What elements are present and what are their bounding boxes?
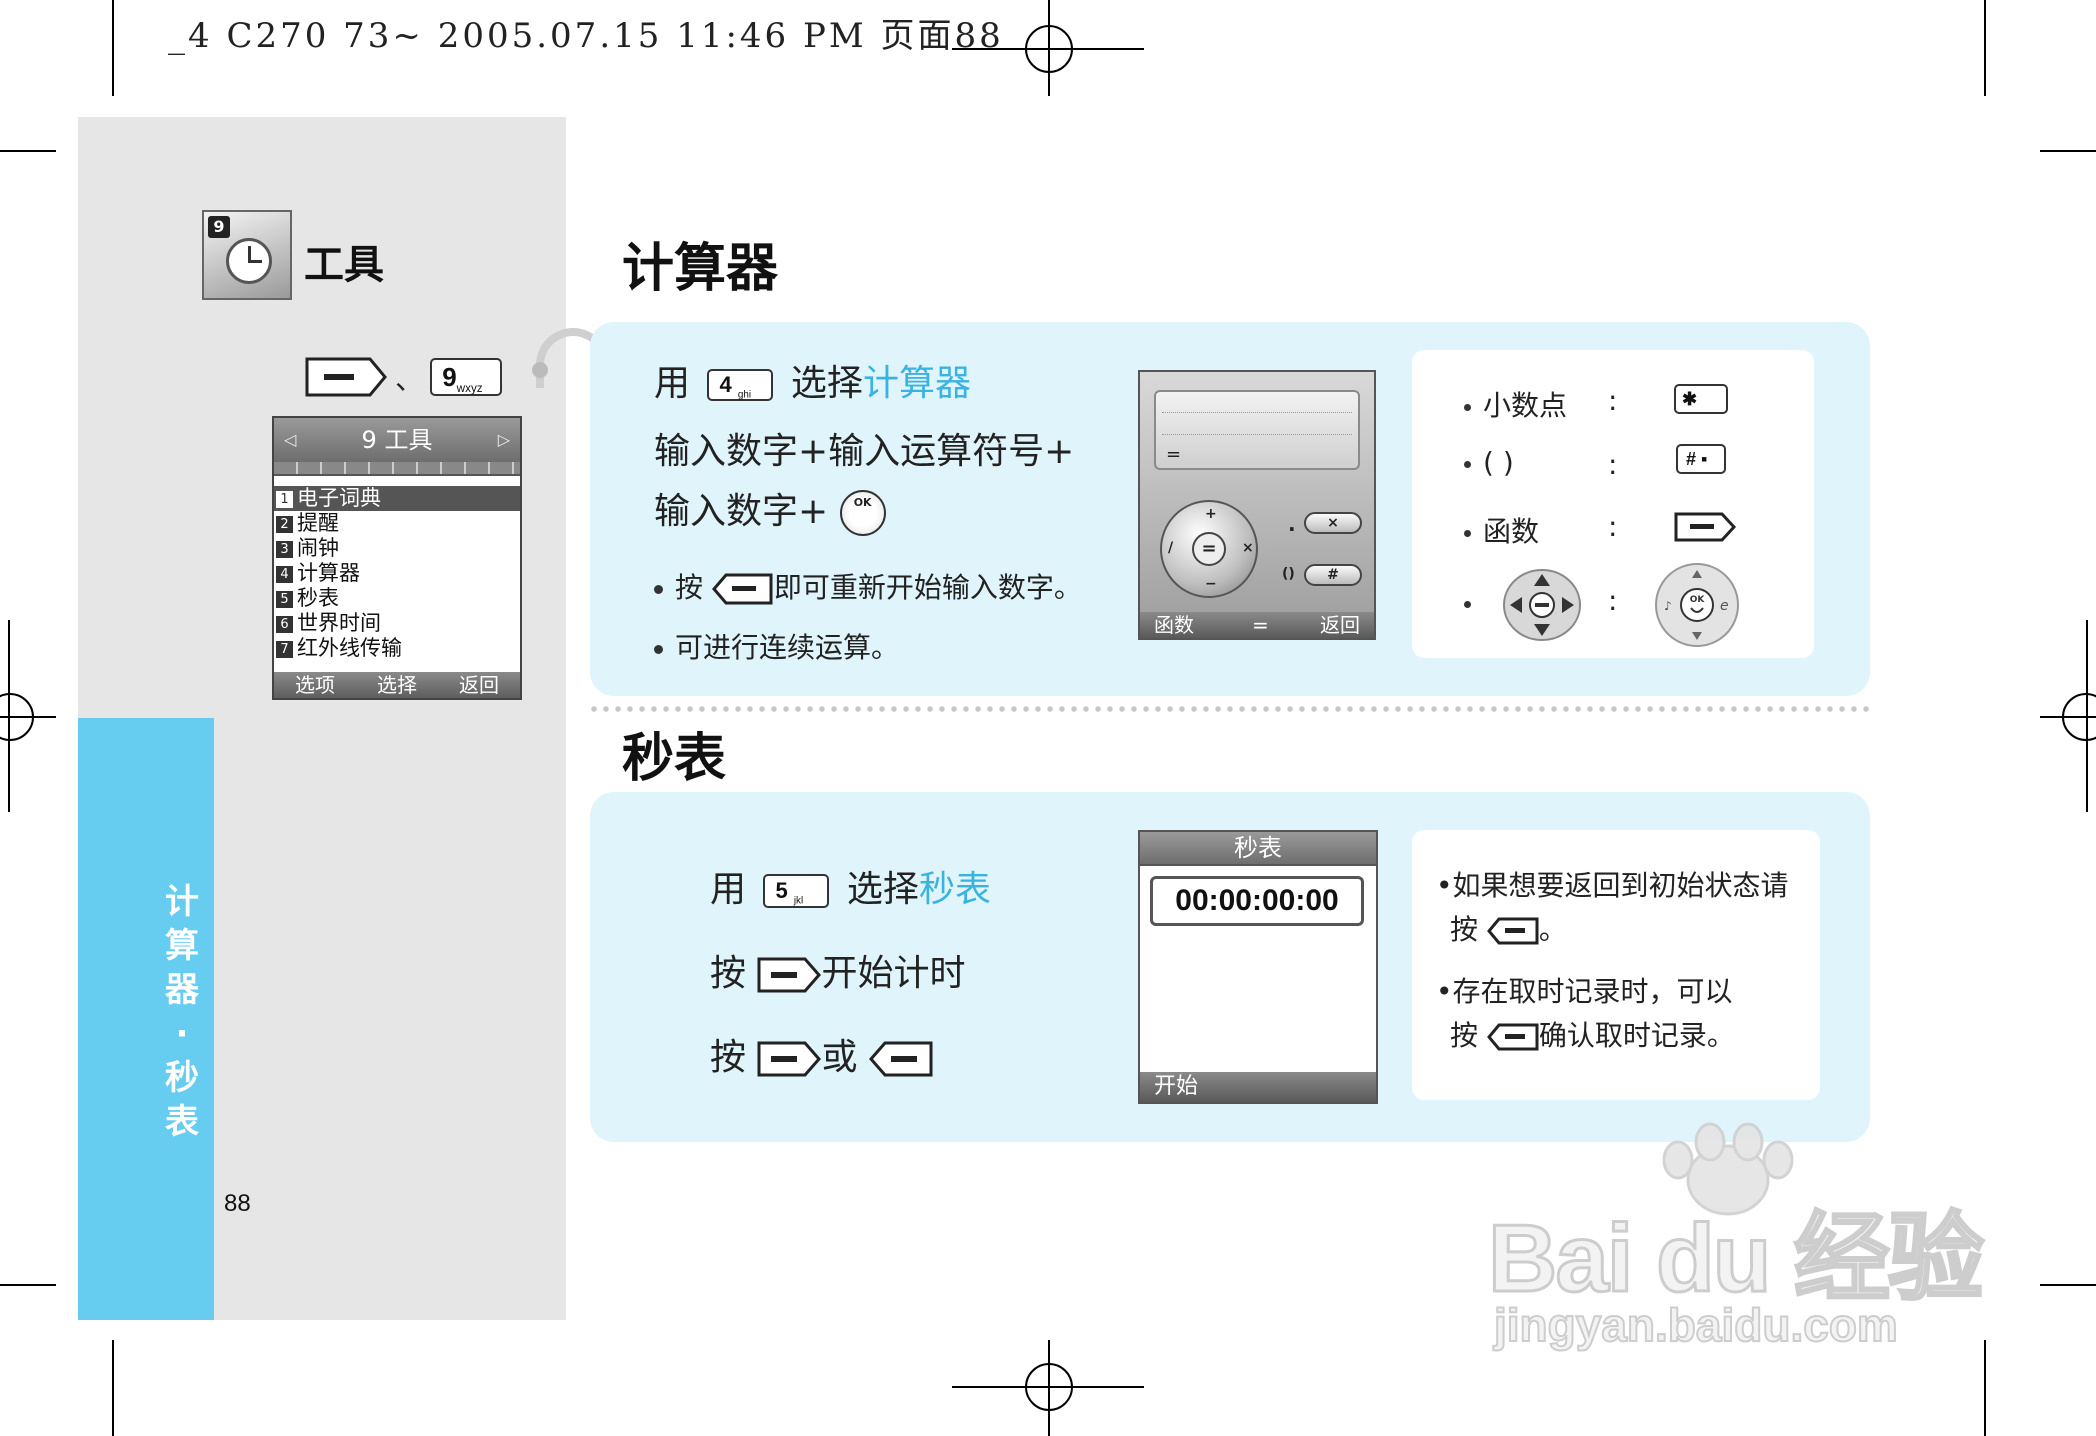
- stopwatch-select-line: 用 5 jkl 选择秒表: [710, 869, 991, 910]
- stopwatch-heading: 秒表: [622, 729, 727, 789]
- key-5-icon: 5 jkl: [763, 874, 830, 908]
- stopwatch-stop-line: 按 或: [710, 1028, 933, 1080]
- calculator-tip-1: 按 即可重新开始输入数字。: [654, 566, 1082, 606]
- watermark-url: jingyan.baidu.com: [1493, 1298, 1899, 1352]
- calculator-step-line-3: 输入数字+ OK: [654, 482, 886, 536]
- key-4-icon: 4 ghi: [707, 369, 774, 401]
- legend-colon: :: [1608, 510, 1618, 543]
- print-header: _4 C270 73~ 2005.07.15 11:46 PM 页面88: [168, 16, 1004, 56]
- menu-item-stopwatch[interactable]: 5 秒表: [274, 586, 520, 611]
- svg-text:e: e: [1720, 598, 1729, 614]
- function-softkey-icon: [1674, 512, 1736, 542]
- calculator-tip-2: 可进行连续运算。: [654, 626, 899, 666]
- page-number: 88: [224, 1190, 251, 1217]
- key-separator: 、: [395, 363, 424, 396]
- baidu-watermark: Bai du 经验 jingyan.baidu.com: [1486, 1120, 1986, 1360]
- stopwatch-note-1: •如果想要返回到初始状态请: [1436, 869, 1789, 902]
- calculator-clear-key[interactable]: ×: [1304, 512, 1362, 534]
- ok-navpad-icon: OK ♪ e: [1655, 563, 1739, 647]
- calculator-navpad[interactable]: + − / × =: [1160, 500, 1258, 598]
- arrow-left-icon: ◁: [284, 430, 297, 449]
- menu-item-dictionary[interactable]: 1 电子词典: [274, 486, 520, 511]
- legend-colon: :: [1608, 384, 1618, 417]
- left-softkey-icon: [305, 357, 387, 397]
- calculator-select-line: 用 4 ghi 选择计算器: [654, 363, 971, 404]
- calculator-navpad-icon: [1503, 569, 1581, 641]
- menu-item-world-time[interactable]: 6 世界时间: [274, 611, 520, 636]
- ok-key-icon: OK: [839, 490, 886, 536]
- section-divider: [588, 706, 1870, 712]
- calculator-softkeys: 函数 = 返回: [1140, 612, 1374, 638]
- stopwatch-note-2-cont: 按 确认取时记录。: [1450, 1019, 1735, 1052]
- legend-parentheses: ( ): [1464, 446, 1514, 479]
- menu-item-reminder[interactable]: 2 提醒: [274, 511, 520, 536]
- softkey-back[interactable]: 返回: [459, 672, 499, 698]
- svg-text:♪: ♪: [1664, 599, 1672, 613]
- left-softkey-icon: [757, 1041, 822, 1077]
- stopwatch-screen-title: 秒表: [1140, 832, 1376, 866]
- menu-list: 1 电子词典 2 提醒 3 闹钟 4 计算器 5 秒表 6 世界时间 7 红外线传输: [274, 476, 520, 661]
- softkey-back[interactable]: 返回: [1320, 612, 1360, 638]
- key-9-icon: 9wxyz: [430, 358, 503, 396]
- softkey-equals[interactable]: =: [1252, 612, 1269, 638]
- menu-key-sequence: 、 9wxyz: [304, 356, 503, 398]
- calculator-screen: = + − / × = . × () # 函数 = 返回: [1138, 370, 1376, 640]
- side-tab-label: 计算器·秒表: [165, 882, 199, 1142]
- calculator-key-legend: 小数点 : ✱ ( ) : # ▪ 函数 : : OK ♪ e: [1412, 350, 1814, 658]
- menu-item-calculator[interactable]: 4 计算器: [274, 561, 520, 586]
- softkey-start[interactable]: 开始: [1140, 1072, 1376, 1102]
- softkey-function[interactable]: 函数: [1154, 612, 1194, 638]
- softkey-options[interactable]: 选项: [295, 672, 335, 698]
- hash-key-icon: # ▪: [1676, 444, 1726, 474]
- clear-softkey-icon: [711, 573, 773, 605]
- stopwatch-time-display: 00:00:00:00: [1150, 876, 1364, 926]
- menu-screen-title: ◁ 9 工具 ▷: [274, 418, 520, 462]
- legend-colon: :: [1608, 448, 1618, 481]
- tools-menu-screen: ◁ 9 工具 ▷ 1 电子词典 2 提醒 3 闹钟 4 计算器 5 秒表 6 世界时间 7红…: [272, 416, 522, 700]
- legend-function: 函数: [1464, 510, 1539, 550]
- calculator-hash-key[interactable]: #: [1304, 564, 1362, 586]
- legend-navigation: [1464, 586, 1483, 619]
- softkey-select[interactable]: 选择: [377, 672, 417, 698]
- hook-end-left: [532, 362, 548, 378]
- arrow-right-icon: ▷: [497, 430, 510, 449]
- right-softkey-icon: [868, 1041, 933, 1077]
- svg-text:OK: OK: [1690, 595, 1706, 605]
- legend-decimal: 小数点: [1464, 384, 1567, 424]
- stopwatch-notes: •如果想要返回到初始状态请 按 。 •存在取时记录时，可以 按 确认取时记录。: [1412, 830, 1820, 1100]
- calculator-display: =: [1154, 390, 1360, 470]
- star-key-icon: ✱: [1674, 384, 1728, 414]
- menu-tab-strip: [274, 462, 520, 476]
- right-softkey-icon: [1486, 1023, 1539, 1051]
- stopwatch-note-1-cont: 按 。: [1450, 913, 1567, 946]
- calculator-step-line-2: 输入数字+输入运算符号+: [654, 431, 1075, 472]
- tools-clock-icon: 9: [202, 210, 292, 300]
- section-title: 工具: [304, 242, 384, 288]
- menu-softkeys: 选项 选择 返回: [274, 672, 520, 698]
- start-softkey-icon: [757, 957, 822, 993]
- stopwatch-note-2: •存在取时记录时，可以: [1436, 975, 1733, 1008]
- right-softkey-icon: [1486, 917, 1539, 945]
- menu-item-infrared[interactable]: 7 红外线传输: [274, 636, 520, 661]
- stopwatch-screen: 秒表 00:00:00:00 开始: [1138, 830, 1378, 1104]
- menu-item-alarm[interactable]: 3 闹钟: [274, 536, 520, 561]
- calculator-heading: 计算器: [622, 239, 779, 299]
- legend-colon: :: [1608, 584, 1618, 617]
- stopwatch-start-line: 按 开始计时: [710, 953, 966, 994]
